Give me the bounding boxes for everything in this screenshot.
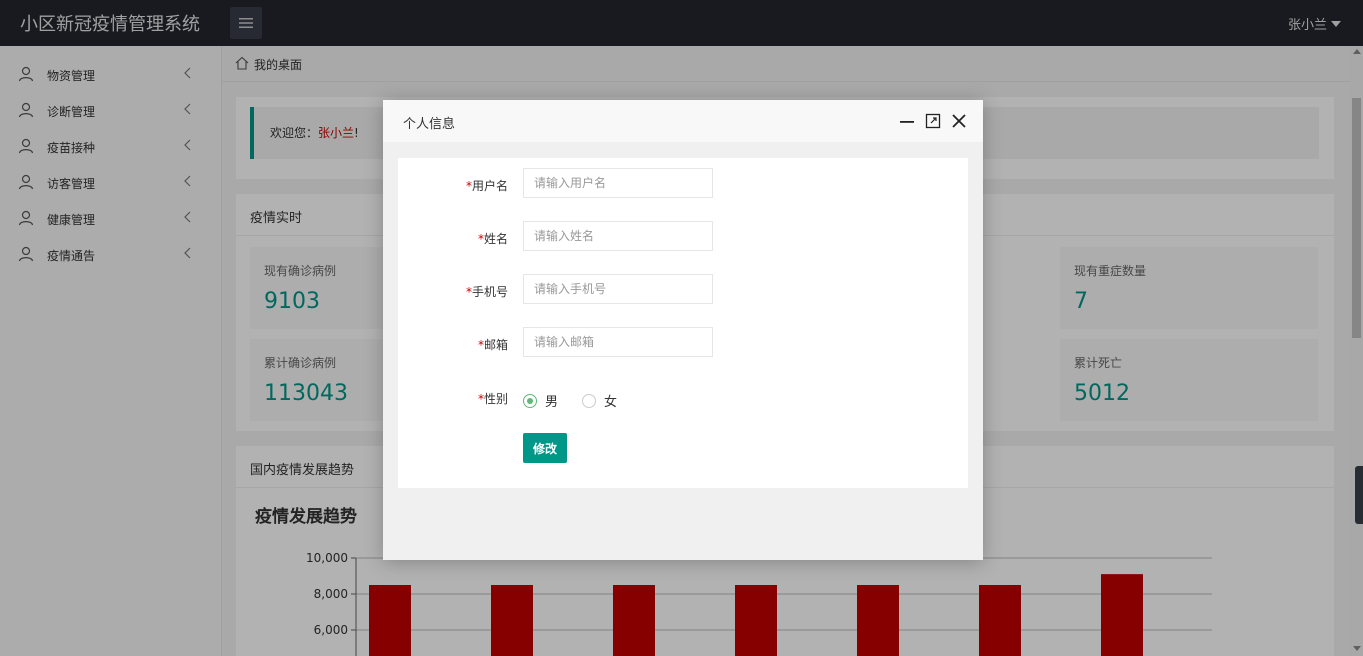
username-input[interactable] xyxy=(523,168,713,198)
radio-unchecked-icon xyxy=(582,393,596,408)
gender-radio-male[interactable]: 男 xyxy=(523,391,558,410)
modal-header: 个人信息 xyxy=(383,100,983,142)
field-label: *邮箱 xyxy=(398,336,508,353)
close-icon[interactable] xyxy=(951,113,967,129)
field-label: *用户名 xyxy=(398,177,508,194)
field-label: *姓名 xyxy=(398,230,508,247)
phone-input[interactable] xyxy=(523,274,713,304)
field-label-text: 用户名 xyxy=(471,179,508,193)
field-label: *手机号 xyxy=(398,283,508,300)
maximize-icon[interactable] xyxy=(925,113,941,129)
email-input[interactable] xyxy=(523,327,713,357)
minimize-icon[interactable] xyxy=(899,113,915,129)
profile-form: *用户名 *姓名 *手机号 *邮箱 *性别 男 女 修改 xyxy=(398,158,968,488)
field-label-text: 邮箱 xyxy=(483,338,508,352)
form-row-username: *用户名 xyxy=(398,168,968,198)
radio-label: 女 xyxy=(604,395,618,410)
form-row-phone: *手机号 xyxy=(398,274,968,304)
modal-title: 个人信息 xyxy=(403,117,456,132)
form-row-email: *邮箱 xyxy=(398,327,968,357)
gender-radio-female[interactable]: 女 xyxy=(582,391,617,410)
field-label: *性别 xyxy=(398,390,508,407)
profile-modal: 个人信息 *用户名 *姓名 *手机号 *邮箱 *性别 男 xyxy=(383,100,983,560)
form-row-name: *姓名 xyxy=(398,221,968,251)
name-input[interactable] xyxy=(523,221,713,251)
field-label-text: 手机号 xyxy=(471,285,508,299)
modify-button[interactable]: 修改 xyxy=(523,433,567,463)
radio-label: 男 xyxy=(545,395,559,410)
form-row-gender: *性别 男 女 xyxy=(398,384,968,414)
field-label-text: 性别 xyxy=(483,392,508,406)
field-label-text: 姓名 xyxy=(483,232,508,246)
radio-checked-icon xyxy=(523,393,537,408)
